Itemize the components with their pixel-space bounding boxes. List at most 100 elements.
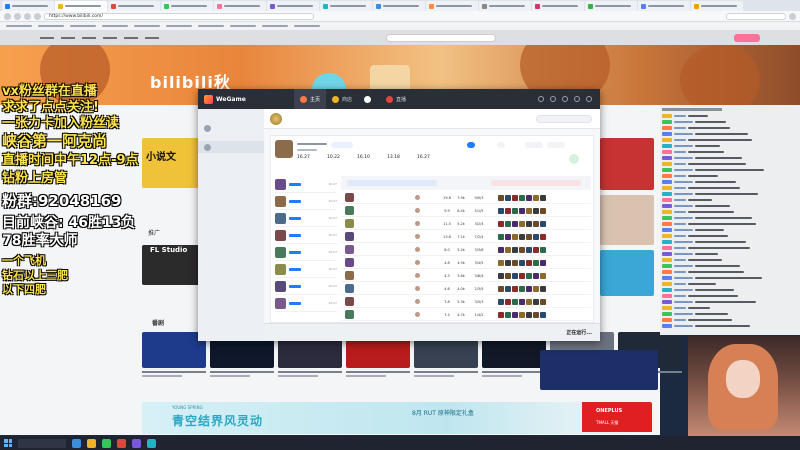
bookmark-item[interactable]	[166, 25, 192, 27]
bookmark-item[interactable]	[102, 25, 128, 27]
browser-tab[interactable]	[214, 1, 266, 11]
sidebar-item[interactable]	[204, 125, 214, 132]
nav-link[interactable]	[82, 37, 96, 39]
nav-link[interactable]	[124, 37, 138, 39]
browser-tab[interactable]	[2, 1, 54, 11]
minimize-icon[interactable]	[574, 96, 580, 102]
chat-username[interactable]	[674, 319, 686, 321]
chat-username[interactable]	[674, 217, 693, 219]
chat-username[interactable]	[674, 169, 693, 171]
chat-username[interactable]	[674, 133, 693, 135]
chat-username[interactable]	[674, 181, 693, 183]
match-row[interactable]: 16:27	[275, 227, 337, 244]
forward-icon[interactable]	[14, 12, 21, 20]
chat-username[interactable]	[674, 175, 686, 177]
chat-username[interactable]	[674, 223, 686, 225]
taskbar-app-icon[interactable]	[102, 438, 111, 448]
match-row[interactable]: 16:27	[275, 210, 337, 227]
novel-card[interactable]: 小说文	[142, 138, 206, 188]
side-thumb[interactable]	[540, 350, 658, 390]
video-title[interactable]	[142, 371, 206, 373]
chat-username[interactable]	[674, 205, 693, 207]
profile-tag[interactable]	[331, 142, 353, 148]
site-search-input[interactable]	[386, 34, 496, 42]
bookmark-item[interactable]	[198, 25, 224, 27]
bookmark-item[interactable]	[134, 25, 160, 27]
video-title[interactable]	[278, 371, 342, 373]
player-row[interactable]: 11.0 5.2k 3/2/4	[341, 218, 591, 230]
chat-username[interactable]	[674, 121, 693, 123]
video-title[interactable]	[210, 371, 274, 373]
browser-tab[interactable]	[320, 1, 372, 11]
browser-tab[interactable]	[373, 1, 425, 11]
chat-username[interactable]	[674, 325, 693, 327]
browser-tab[interactable]	[691, 1, 743, 11]
chat-username[interactable]	[674, 235, 686, 237]
match-row[interactable]: 16:27	[275, 193, 337, 210]
filter-pill-active[interactable]	[467, 142, 475, 148]
chat-username[interactable]	[674, 259, 686, 261]
windows-start-icon[interactable]	[4, 439, 12, 447]
message-icon[interactable]	[550, 96, 556, 102]
chat-username[interactable]	[674, 295, 686, 297]
chat-username[interactable]	[674, 115, 686, 117]
avatar[interactable]	[275, 140, 293, 158]
match-row[interactable]: 16:27	[275, 244, 337, 261]
browser-search-input[interactable]	[726, 12, 786, 20]
bookmark-item[interactable]	[70, 25, 96, 27]
browser-tab[interactable]	[55, 1, 107, 11]
back-icon[interactable]	[4, 12, 11, 20]
upload-button[interactable]	[734, 34, 760, 42]
chat-username[interactable]	[674, 163, 686, 165]
match-row[interactable]: 16:27	[275, 295, 337, 312]
video-thumbnail[interactable]	[142, 332, 206, 368]
taskbar-app-icon[interactable]	[87, 438, 96, 448]
player-row[interactable]: 8.0 5.2k 3/3/6	[341, 244, 591, 256]
chat-username[interactable]	[674, 229, 693, 231]
wegame-tab[interactable]: 商店	[326, 89, 358, 109]
settings-icon[interactable]	[538, 96, 544, 102]
chat-username[interactable]	[674, 199, 686, 201]
nav-link[interactable]	[145, 37, 159, 39]
chat-username[interactable]	[674, 253, 693, 255]
url-input[interactable]: https://www.bilibili.com/	[44, 12, 314, 20]
running-status[interactable]: 正在运行...	[566, 329, 592, 336]
nav-link[interactable]	[61, 37, 75, 39]
chat-username[interactable]	[674, 301, 693, 303]
player-row[interactable]: 9.9 6.4k 5/1/5	[341, 205, 591, 217]
player-row[interactable]: 19.8 7.9k 9/0/3	[341, 192, 591, 204]
browser-tab[interactable]	[585, 1, 637, 11]
sidebar-item[interactable]	[198, 141, 264, 153]
chat-username[interactable]	[674, 271, 686, 273]
bookmark-item[interactable]	[38, 25, 64, 27]
video-card[interactable]	[142, 332, 206, 377]
side-thumb[interactable]	[600, 195, 654, 245]
user-icon[interactable]	[562, 96, 568, 102]
nav-link[interactable]	[40, 37, 54, 39]
chat-username[interactable]	[674, 145, 693, 147]
wegame-tab[interactable]	[358, 89, 380, 109]
chat-username[interactable]	[674, 241, 693, 243]
ad-banner[interactable]: YOUNG SPRING 青空结界风灵动 8月 RUT 原神限定礼盒 ONEPL…	[142, 402, 652, 434]
chat-username[interactable]	[674, 187, 686, 189]
chat-username[interactable]	[674, 127, 686, 129]
browser-tab[interactable]	[638, 1, 690, 11]
filter-pill[interactable]	[525, 142, 543, 148]
browser-tab[interactable]	[267, 1, 319, 11]
chat-username[interactable]	[674, 151, 686, 153]
chat-username[interactable]	[674, 277, 693, 279]
video-title[interactable]	[414, 371, 478, 373]
filter-pill[interactable]	[497, 142, 505, 148]
browser-tab[interactable]	[426, 1, 478, 11]
taskbar-app-icon[interactable]	[132, 438, 141, 448]
chat-username[interactable]	[674, 307, 686, 309]
wegame-tab[interactable]: 直播	[380, 89, 412, 109]
chat-username[interactable]	[674, 157, 693, 159]
taskbar-app-icon[interactable]	[72, 438, 81, 448]
player-row[interactable]: 4.8 4.9k 3/4/5	[341, 257, 591, 269]
taskbar-app-icon[interactable]	[117, 438, 126, 448]
bookmark-item[interactable]	[262, 25, 288, 27]
oneplus-ad[interactable]: ONEPLUS TMALL 天猫	[582, 402, 652, 432]
browser-tab[interactable]	[532, 1, 584, 11]
video-title[interactable]	[482, 371, 546, 373]
